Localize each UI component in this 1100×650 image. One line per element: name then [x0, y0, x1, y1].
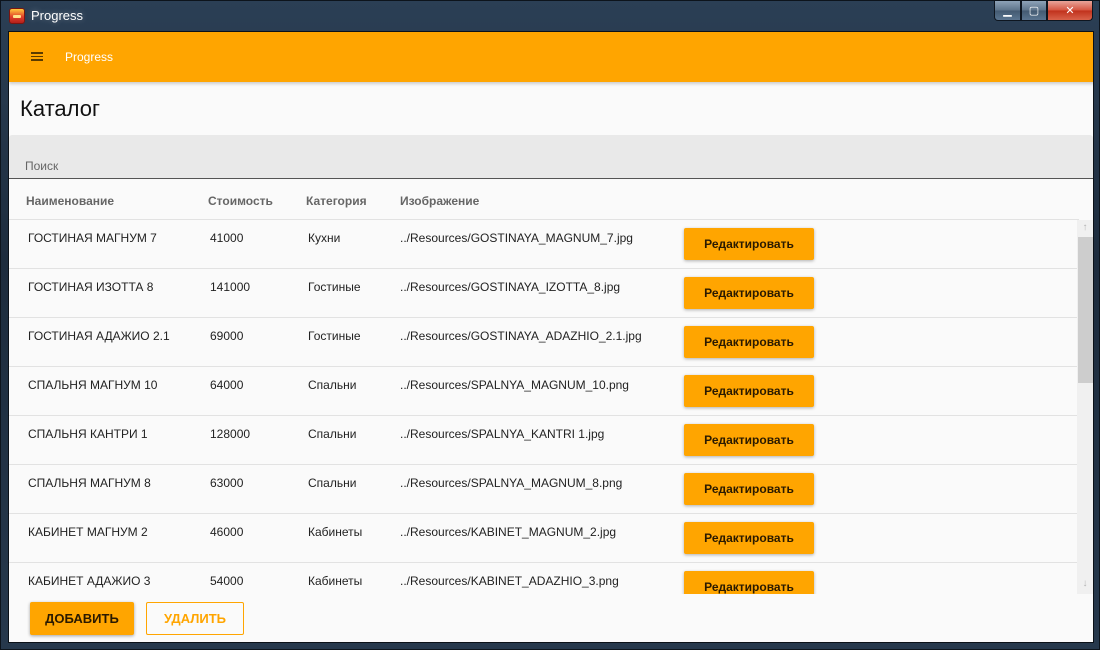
app-window: Progress ▁ ▢ ✕ Progress Каталог Наименов…: [0, 0, 1100, 650]
add-button[interactable]: ДОБАВИТЬ: [30, 602, 134, 635]
table-row[interactable]: КАБИНЕТ МАГНУМ 2 46000 Кабинеты ../Resou…: [9, 514, 1077, 563]
cell-price: 46000: [210, 525, 244, 539]
cell-name: СПАЛЬНЯ МАГНУМ 8: [28, 476, 151, 490]
table-row[interactable]: КАБИНЕТ АДАЖИО 3 54000 Кабинеты ../Resou…: [9, 563, 1077, 594]
table-row[interactable]: СПАЛЬНЯ МАГНУМ 8 63000 Спальни ../Resour…: [9, 465, 1077, 514]
table-row[interactable]: СПАЛЬНЯ КАНТРИ 1 128000 Спальни ../Resou…: [9, 416, 1077, 465]
cell-price: 141000: [210, 280, 251, 294]
hamburger-menu-icon[interactable]: [31, 52, 43, 61]
app-bar-title: Progress: [65, 50, 114, 64]
cell-category: Кабинеты: [308, 574, 363, 588]
edit-button[interactable]: Редактировать: [684, 473, 814, 505]
scroll-up-arrow-icon[interactable]: ↑: [1077, 220, 1093, 236]
app-icon: [9, 8, 25, 24]
close-button[interactable]: ✕: [1047, 1, 1093, 21]
cell-price: 41000: [210, 231, 244, 245]
cell-category: Кабинеты: [308, 525, 363, 539]
edit-button[interactable]: Редактировать: [684, 571, 814, 594]
search-input[interactable]: [9, 135, 1093, 178]
table-row[interactable]: ГОСТИНАЯ ИЗОТТА 8 141000 Гостиные ../Res…: [9, 269, 1077, 318]
edit-button[interactable]: Редактировать: [684, 326, 814, 358]
window-controls: ▁ ▢ ✕: [994, 1, 1093, 21]
scroll-down-arrow-icon[interactable]: ↓: [1077, 576, 1093, 592]
column-header-category[interactable]: Категория: [306, 194, 367, 208]
edit-button[interactable]: Редактировать: [684, 277, 814, 309]
table-row[interactable]: СПАЛЬНЯ МАГНУМ 10 64000 Спальни ../Resou…: [9, 367, 1077, 416]
cell-price: 63000: [210, 476, 244, 490]
scroll-thumb[interactable]: [1078, 237, 1093, 383]
cell-category: Спальни: [308, 427, 357, 441]
table-row[interactable]: ГОСТИНАЯ МАГНУМ 7 41000 Кухни ../Resourc…: [9, 220, 1077, 269]
cell-category: Кухни: [308, 231, 341, 245]
cell-name: ГОСТИНАЯ ИЗОТТА 8: [28, 280, 154, 294]
cell-price: 128000: [210, 427, 251, 441]
window-titlebar[interactable]: Progress ▁ ▢ ✕: [1, 1, 1100, 31]
cell-category: Гостиные: [308, 280, 361, 294]
column-header-image[interactable]: Изображение: [400, 194, 479, 208]
cell-image-path: ../Resources/GOSTINAYA_IZOTTA_8.jpg: [400, 280, 621, 294]
client-area: Progress Каталог Наименование Стоимость …: [8, 31, 1094, 643]
table-body: ГОСТИНАЯ МАГНУМ 7 41000 Кухни ../Resourc…: [9, 220, 1077, 594]
column-header-price[interactable]: Стоимость: [208, 194, 273, 208]
edit-button[interactable]: Редактировать: [684, 424, 814, 456]
page-title: Каталог: [20, 96, 100, 121]
cell-price: 64000: [210, 378, 244, 392]
delete-button[interactable]: УДАЛИТЬ: [146, 602, 244, 635]
column-header-name[interactable]: Наименование: [26, 194, 114, 208]
cell-price: 69000: [210, 329, 244, 343]
cell-name: КАБИНЕТ МАГНУМ 2: [28, 525, 148, 539]
cell-category: Гостиные: [308, 329, 361, 343]
cell-image-path: ../Resources/SPALNYA_KANTRI 1.jpg: [400, 427, 605, 441]
cell-image-path: ../Resources/SPALNYA_MAGNUM_8.png: [400, 476, 623, 490]
cell-image-path: ../Resources/SPALNYA_MAGNUM_10.png: [400, 378, 629, 392]
vertical-scrollbar[interactable]: ↑ ↓: [1077, 220, 1093, 594]
cell-image-path: ../Resources/GOSTINAYA_ADAZHIO_2.1.jpg: [400, 329, 642, 343]
table-row[interactable]: ГОСТИНАЯ АДАЖИО 2.1 69000 Гостиные ../Re…: [9, 318, 1077, 367]
cell-name: ГОСТИНАЯ МАГНУМ 7: [28, 231, 157, 245]
cell-image-path: ../Resources/GOSTINAYA_MAGNUM_7.jpg: [400, 231, 633, 245]
edit-button[interactable]: Редактировать: [684, 522, 814, 554]
minimize-button[interactable]: ▁: [994, 1, 1021, 21]
maximize-button[interactable]: ▢: [1021, 1, 1047, 21]
table-header: Наименование Стоимость Категория Изображ…: [9, 182, 1079, 220]
search-box[interactable]: [9, 135, 1093, 179]
edit-button[interactable]: Редактировать: [684, 228, 814, 260]
cell-name: СПАЛЬНЯ МАГНУМ 10: [28, 378, 158, 392]
cell-name: ГОСТИНАЯ АДАЖИО 2.1: [28, 329, 170, 343]
window-title: Progress: [31, 8, 84, 23]
edit-button[interactable]: Редактировать: [684, 375, 814, 407]
cell-category: Спальни: [308, 476, 357, 490]
cell-name: КАБИНЕТ АДАЖИО 3: [28, 574, 151, 588]
app-bar: Progress: [9, 32, 1093, 82]
cell-name: СПАЛЬНЯ КАНТРИ 1: [28, 427, 148, 441]
cell-category: Спальни: [308, 378, 357, 392]
cell-price: 54000: [210, 574, 244, 588]
cell-image-path: ../Resources/KABINET_ADAZHIO_3.png: [400, 574, 619, 588]
cell-image-path: ../Resources/KABINET_MAGNUM_2.jpg: [400, 525, 617, 539]
